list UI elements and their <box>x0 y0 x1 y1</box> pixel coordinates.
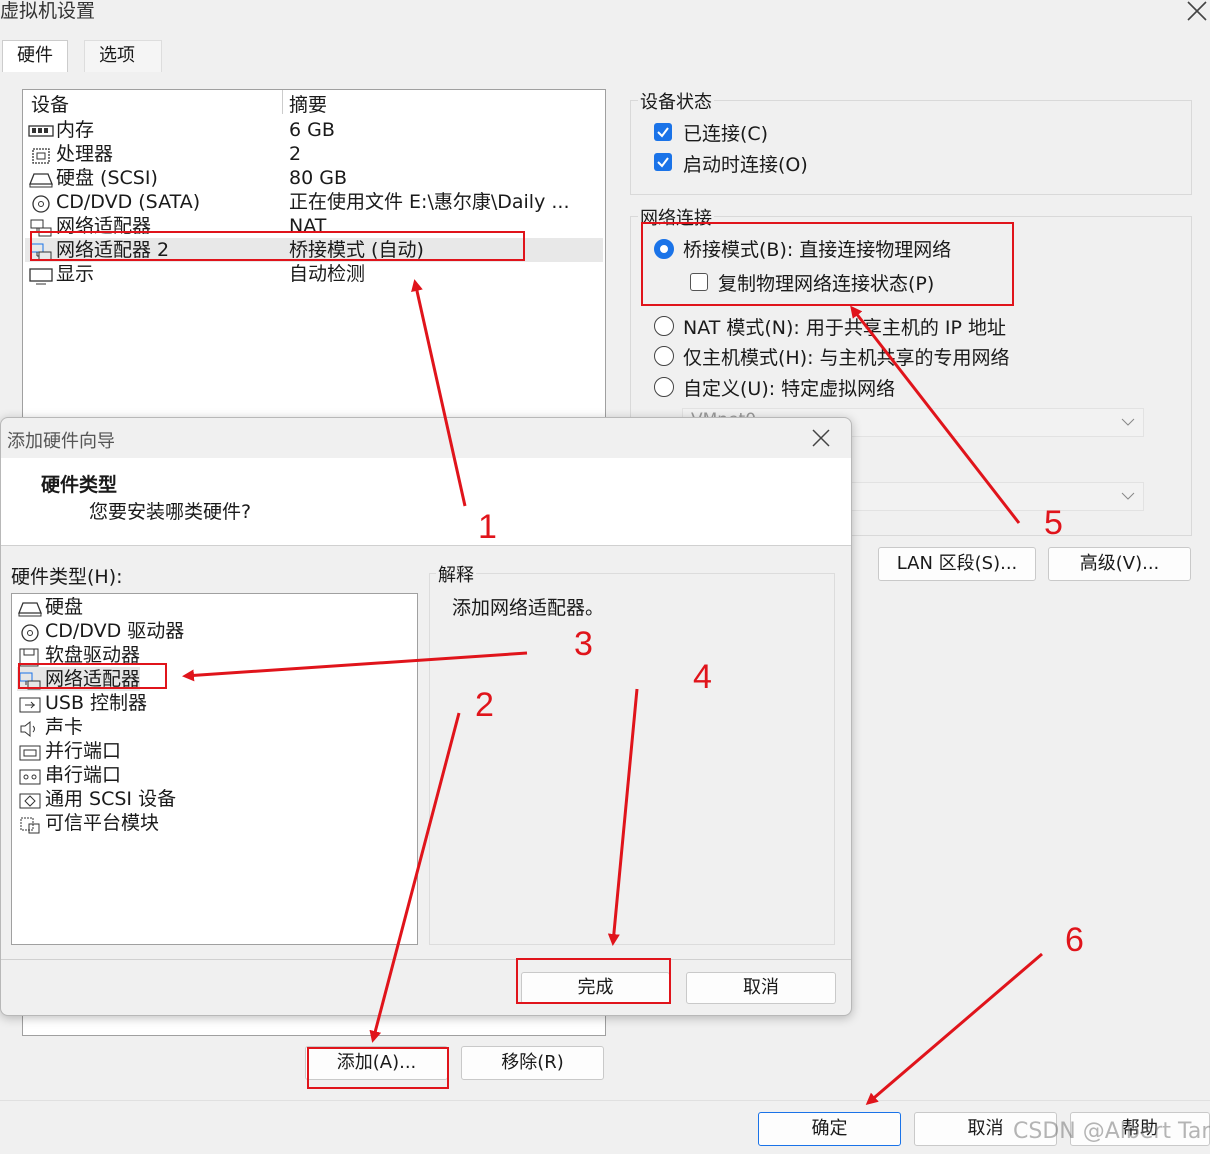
annotation-number-6: 6 <box>1065 921 1084 959</box>
annotation-arrows <box>182 279 1043 1105</box>
annotation-number-2: 2 <box>475 686 494 724</box>
annotation-number-5: 5 <box>1044 504 1063 542</box>
arrow-3 <box>182 651 528 682</box>
annotation-number-1: 1 <box>478 508 497 546</box>
arrow-1 <box>411 279 467 507</box>
arrow-5 <box>850 305 1021 524</box>
arrow-2 <box>369 712 461 1043</box>
annotation-number-4: 4 <box>693 658 712 696</box>
arrow-4 <box>607 688 639 946</box>
annotation-number-3: 3 <box>574 625 593 663</box>
arrow-6 <box>865 952 1043 1105</box>
